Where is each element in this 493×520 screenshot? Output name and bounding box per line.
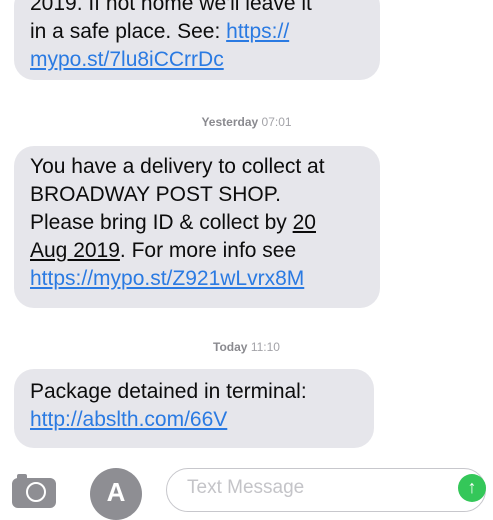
message-input[interactable]: Text Message xyxy=(166,468,486,512)
message-bubble[interactable]: You have a delivery to collect at BROADW… xyxy=(14,146,380,308)
camera-icon[interactable] xyxy=(12,474,56,508)
timestamp-time: 11:10 xyxy=(250,340,280,354)
timestamp-day: Yesterday xyxy=(201,115,259,129)
message-text-line: in a safe place. See: https:// xyxy=(30,18,364,46)
message-text: Please bring ID & collect by xyxy=(30,211,293,234)
message-text-line: Please bring ID & collect by 20 xyxy=(30,209,364,237)
message-link[interactable]: http://abslth.com/66V xyxy=(30,408,227,431)
message-text: You have a delivery to collect at xyxy=(30,155,325,178)
timestamp-day: Today xyxy=(213,340,248,354)
message-text: 2019. If not home we'll leave it xyxy=(30,0,312,15)
app-store-icon[interactable]: A xyxy=(90,468,142,520)
send-arrow-icon[interactable]: ↑ xyxy=(458,474,486,502)
message-thread: 2019. If not home we'll leave it in a sa… xyxy=(0,0,493,520)
message-text-line: Aug 2019. For more info see xyxy=(30,237,364,265)
message-text: in a safe place. See: xyxy=(30,20,227,43)
date-detector[interactable]: Aug 2019 xyxy=(30,239,120,262)
date-detector[interactable]: 20 xyxy=(293,211,316,234)
message-bubble[interactable]: Package detained in terminal: http://abs… xyxy=(14,369,374,448)
message-link[interactable]: https:// xyxy=(226,20,289,43)
message-input-placeholder: Text Message xyxy=(187,477,305,498)
timestamp: Yesterday 07:01 xyxy=(0,115,493,129)
message-link[interactable]: mypo.st/7lu8iCCrrDc xyxy=(30,48,224,71)
message-text: BROADWAY POST SHOP. xyxy=(30,183,281,206)
message-bubble[interactable]: 2019. If not home we'll leave it in a sa… xyxy=(14,0,380,80)
message-link[interactable]: https://mypo.st/Z921wLvrx8M xyxy=(30,267,304,290)
timestamp: Today 11:10 xyxy=(0,340,493,354)
message-text: . For more info see xyxy=(119,239,297,262)
timestamp-time: 07:01 xyxy=(261,115,292,129)
message-text: Package detained in terminal: xyxy=(30,380,307,403)
